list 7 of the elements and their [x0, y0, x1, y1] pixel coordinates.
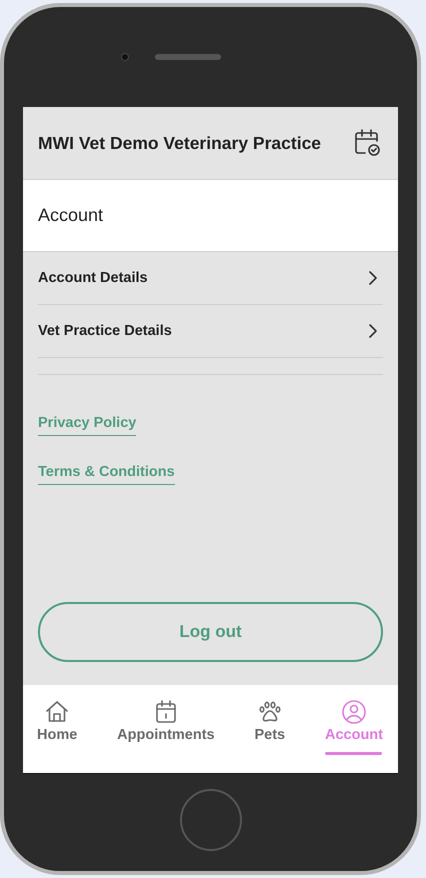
app-title: MWI Vet Demo Veterinary Practice	[38, 132, 322, 154]
tab[interactable]: Appointments	[117, 685, 215, 743]
menu-item[interactable]: Vet Practice Details	[38, 305, 383, 358]
tab[interactable]: Pets	[254, 685, 286, 743]
section-title: Account	[38, 205, 104, 226]
menu-item[interactable]: Account Details	[38, 252, 383, 305]
tab[interactable]: Home	[37, 685, 78, 743]
